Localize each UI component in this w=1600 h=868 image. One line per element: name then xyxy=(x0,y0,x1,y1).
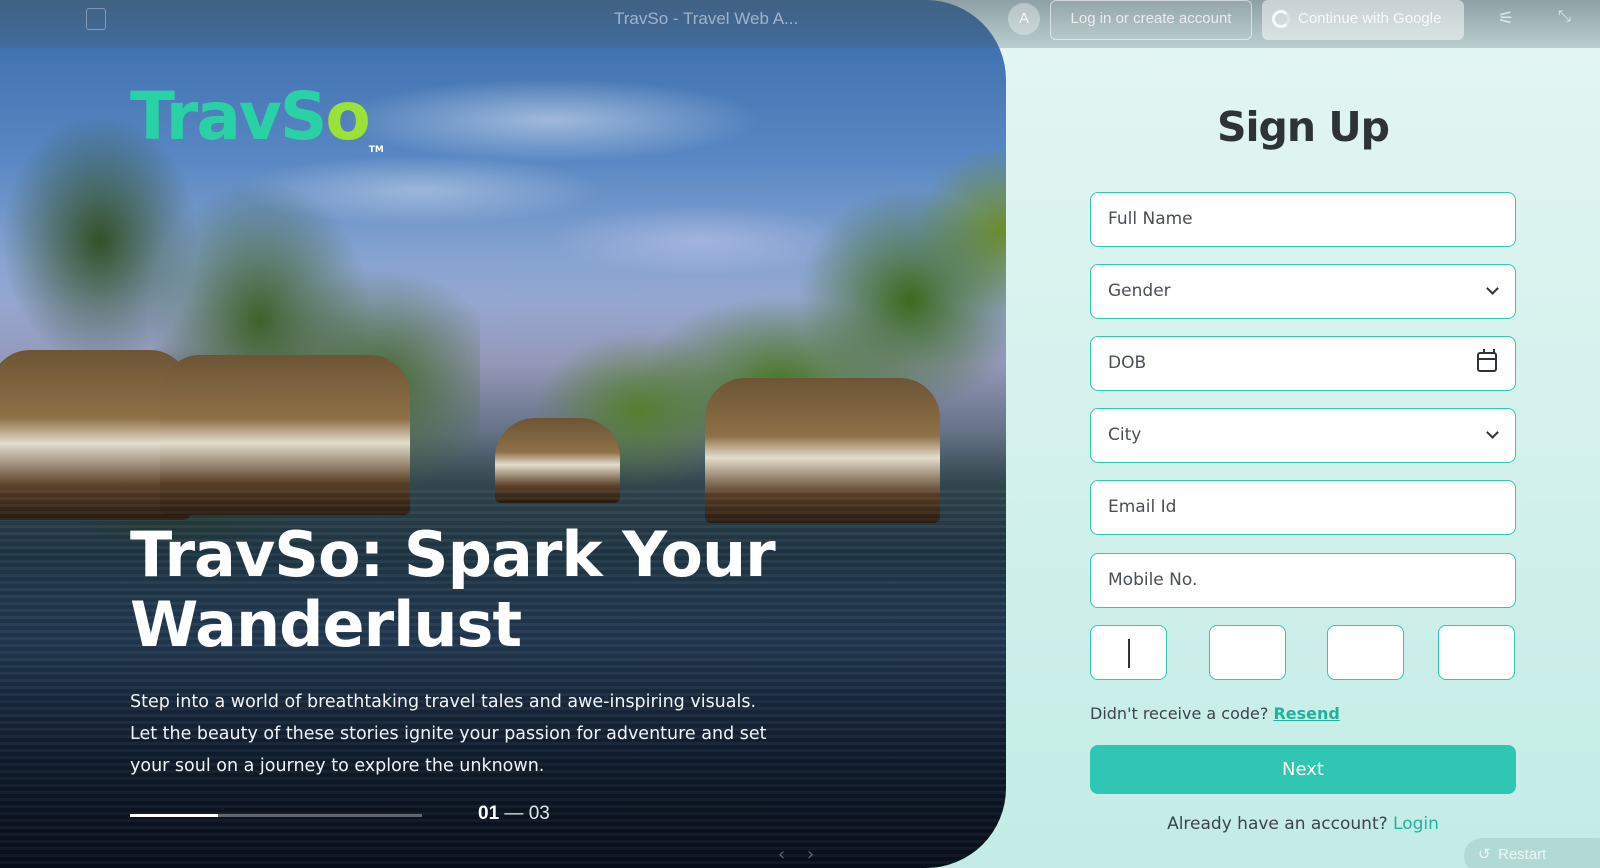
google-button-label: Continue with Google xyxy=(1298,10,1442,27)
login-or-create-account-button[interactable]: Log in or create account xyxy=(1050,0,1252,40)
chevron-down-icon xyxy=(1486,282,1499,295)
calendar-icon[interactable] xyxy=(1477,349,1497,372)
slide-total: 03 xyxy=(528,803,550,824)
resend-prompt-text: Didn't receive a code? xyxy=(1090,704,1269,723)
continue-with-google-button[interactable]: Continue with Google xyxy=(1262,0,1464,40)
text-caret xyxy=(1128,639,1130,668)
sidebar-toggle-icon[interactable] xyxy=(86,8,106,30)
hero-headline: TravSo: Spark Your Wanderlust xyxy=(130,518,776,661)
dob-input[interactable]: DOB xyxy=(1090,336,1516,391)
chevron-down-icon xyxy=(1486,426,1499,439)
city-placeholder: City xyxy=(1108,425,1142,445)
otp-digit-2[interactable] xyxy=(1209,625,1286,680)
top-overlay-bar: TravSo - Travel Web A... A Log in or cre… xyxy=(0,0,1600,48)
full-name-placeholder: Full Name xyxy=(1108,209,1193,229)
slide-progress-fill xyxy=(130,814,218,817)
hero-description: Step into a world of breathtaking travel… xyxy=(130,692,767,776)
slide-counter: 01 — 03 xyxy=(478,803,550,825)
slide-progress-bar xyxy=(130,814,422,817)
mobile-placeholder: Mobile No. xyxy=(1108,570,1198,590)
hero-panel: TravSoTM TravSo: Spark Your Wanderlust S… xyxy=(0,0,1006,868)
restart-icon: ↺ xyxy=(1478,846,1491,863)
travso-logo: TravSoTM xyxy=(130,78,384,155)
full-name-input[interactable]: Full Name xyxy=(1090,192,1516,247)
chevron-left-icon[interactable]: ‹ xyxy=(778,844,785,865)
restart-label: Restart xyxy=(1498,846,1547,863)
otp-digit-3[interactable] xyxy=(1327,625,1404,680)
dob-placeholder: DOB xyxy=(1108,353,1147,373)
window-title: TravSo - Travel Web A... xyxy=(614,9,799,28)
email-input[interactable]: Email Id xyxy=(1090,480,1516,535)
login-link[interactable]: Login xyxy=(1393,814,1439,834)
resend-link[interactable]: Resend xyxy=(1273,704,1339,723)
next-button[interactable]: Next xyxy=(1090,745,1516,794)
avatar[interactable]: A xyxy=(1008,3,1040,35)
restart-button[interactable]: ↺ Restart xyxy=(1464,838,1600,868)
slide-current: 01 xyxy=(478,803,500,824)
already-have-account: Already have an account? Login xyxy=(1090,814,1516,834)
gender-select[interactable]: Gender xyxy=(1090,264,1516,319)
otp-digit-4[interactable] xyxy=(1438,625,1515,680)
carousel-nav: ‹ › xyxy=(778,844,814,865)
gender-placeholder: Gender xyxy=(1108,281,1171,301)
google-icon xyxy=(1272,10,1290,28)
collapse-icon[interactable]: ⤡ xyxy=(1558,6,1580,28)
email-placeholder: Email Id xyxy=(1108,497,1177,517)
city-select[interactable]: City xyxy=(1090,408,1516,463)
mobile-input[interactable]: Mobile No. xyxy=(1090,553,1516,608)
page-title: Sign Up xyxy=(1216,103,1390,151)
settings-sliders-icon[interactable]: ⚟ xyxy=(1498,8,1520,30)
already-text: Already have an account? xyxy=(1167,814,1388,834)
otp-digit-1[interactable] xyxy=(1090,625,1167,680)
slide-separator: — xyxy=(504,803,524,824)
resend-prompt: Didn't receive a code? Resend xyxy=(1090,704,1340,723)
chevron-right-icon[interactable]: › xyxy=(807,844,814,865)
